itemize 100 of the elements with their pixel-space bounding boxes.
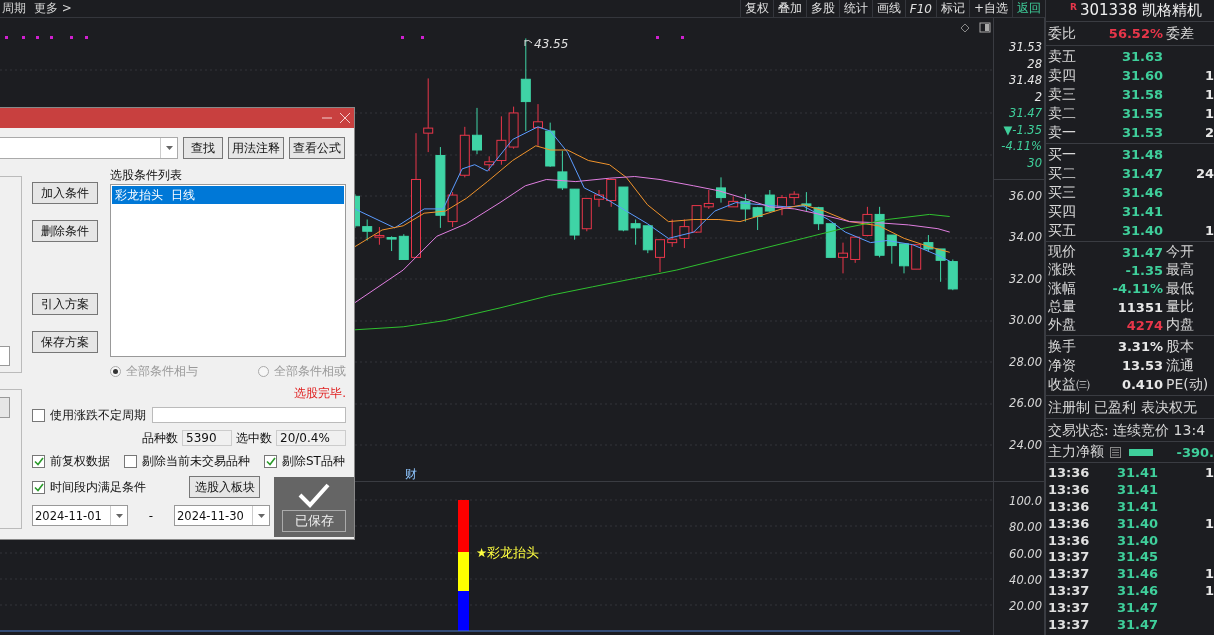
tick-price: 31.40 [1115,532,1158,548]
order-level-label: 买二 [1048,164,1077,183]
tick-price: 31.45 [1115,549,1158,565]
checkbox[interactable]: 前复权数据 [32,452,110,470]
axis-tick-label: 80.00 [1009,520,1042,535]
formula-combo-field[interactable] [0,137,178,159]
field-label: 主力净额 [1048,443,1104,462]
candle [716,176,726,204]
dropdown-caret-icon [165,146,173,150]
order-level-label: 卖二 [1048,104,1077,123]
dropdown-field[interactable] [0,346,10,366]
candle [459,126,470,178]
period-field[interactable] [152,407,346,423]
field-value: 13.53 [1120,358,1163,374]
candle [777,194,787,216]
order-price: 31.63 [1120,49,1163,64]
dialog-button[interactable]: 引入方案 [32,293,98,315]
dialog-button[interactable]: 查找 [183,137,223,159]
tick-price: 31.46 [1115,566,1158,582]
dialog-button[interactable]: 删除条件 [32,220,98,242]
field-label: 收益㈢ [1048,376,1091,394]
field-label: 最高 [1165,261,1195,280]
axis-tick-label: 34.00 [1009,230,1042,245]
candle [472,107,482,155]
quote-value: -4.11% [1000,139,1043,155]
tick-time: 13:37 [1048,616,1091,632]
field-label: PE(动) [1165,376,1210,394]
quote-value: ▼-1.35 [1002,122,1043,139]
status-text: 选股完毕. [294,385,346,401]
order-price: 31.53 [1120,125,1163,140]
checkbox[interactable]: 剔除当前未交易品种 [124,452,250,470]
list-icon[interactable] [1110,447,1121,458]
stock-tags: 注册制 已盈利 表决权无 [1046,397,1214,418]
order-level-label: 买四 [1048,202,1077,221]
tick-price: 31.46 [1115,582,1158,598]
close-icon[interactable] [340,113,350,123]
axis-tick-label: 36.00 [1009,188,1042,203]
order-volume: 2 [1203,125,1214,140]
dialog-button[interactable]: 查看公式 [289,137,345,159]
field-label: 换手 [1048,338,1077,356]
date-field[interactable]: 2024-11-01 [32,505,128,526]
order-volume: 24 [1194,166,1214,181]
field-value: -390. [1176,445,1214,460]
dialog-button[interactable]: 选股入板块 [189,476,260,498]
field-value: 0.410 [1120,377,1163,393]
order-volume: 1 [1203,87,1214,102]
tick-time: 13:36 [1048,498,1091,514]
field-label: 委比 [1048,24,1077,43]
period-menu[interactable]: 周期 [2,0,26,17]
panel-toggle-icon [979,22,991,33]
quote-value: 30 [1026,155,1043,172]
candle [642,225,653,254]
order-price: 31.41 [1120,204,1163,219]
tick-time: 13:36 [1048,532,1091,548]
count-field: 5390 [182,430,232,446]
candle [655,239,665,273]
tick-price: 31.41 [1115,498,1158,514]
tick-volume: 1 [1203,566,1214,582]
dropdown-caret-icon [257,513,265,518]
axis-tick-label: 100.0 [1009,494,1042,509]
candle [533,103,543,147]
candle [752,206,763,231]
order-level-label: 买一 [1048,145,1077,164]
date-field[interactable]: 2024-11-30 [174,505,270,526]
count-label: 品种数 [142,429,178,447]
list-title: 选股条件列表 [110,167,183,184]
order-price: 31.55 [1120,106,1163,121]
candle [667,218,678,248]
quote-value: 31.48 [1008,73,1043,89]
toast-label: 已保存 [282,510,346,532]
candle [850,235,861,264]
field-label: 现价 [1048,243,1077,262]
tick-time: 13:37 [1048,549,1091,565]
order-level-label: 卖一 [1048,123,1077,142]
dialog-button[interactable]: 加入条件 [32,182,98,204]
tick-volume: 1 [1203,582,1214,598]
tick-time: 13:37 [1048,566,1091,582]
quote-value: 2 [1033,89,1043,106]
hits-field: 20/0.4% [276,430,346,446]
axis-tick-label: 40.00 [1009,573,1042,588]
dialog-button[interactable]: 保存方案 [32,331,98,353]
order-level-label: 卖五 [1048,47,1077,66]
tick-time: 13:36 [1048,515,1091,531]
field-value: 3.31% [1116,339,1163,355]
condition-item[interactable]: 彩龙抬头 日线 [112,186,344,204]
checkbox[interactable]: 剔除ST品种 [264,452,345,470]
check-mark-icon [33,456,44,466]
field-label: 量比 [1165,298,1195,317]
dialog-button[interactable]: 用法注释 [228,137,284,159]
candle [557,150,568,191]
dialog-button[interactable] [0,397,10,418]
quote-value: 31.47 [1008,106,1043,122]
checkbox[interactable]: 时间段内满足条件 [32,478,146,496]
axis-tick-label: 20.00 [1009,599,1042,614]
checkbox[interactable]: 使用涨跌不定周期 [32,406,146,424]
field-label: 最低 [1165,279,1195,298]
period-menu[interactable]: 更多 > [34,0,72,17]
field-label: 内盘 [1165,316,1195,335]
hits-label: 选中数 [236,429,272,447]
tick-time: 13:37 [1048,582,1091,598]
